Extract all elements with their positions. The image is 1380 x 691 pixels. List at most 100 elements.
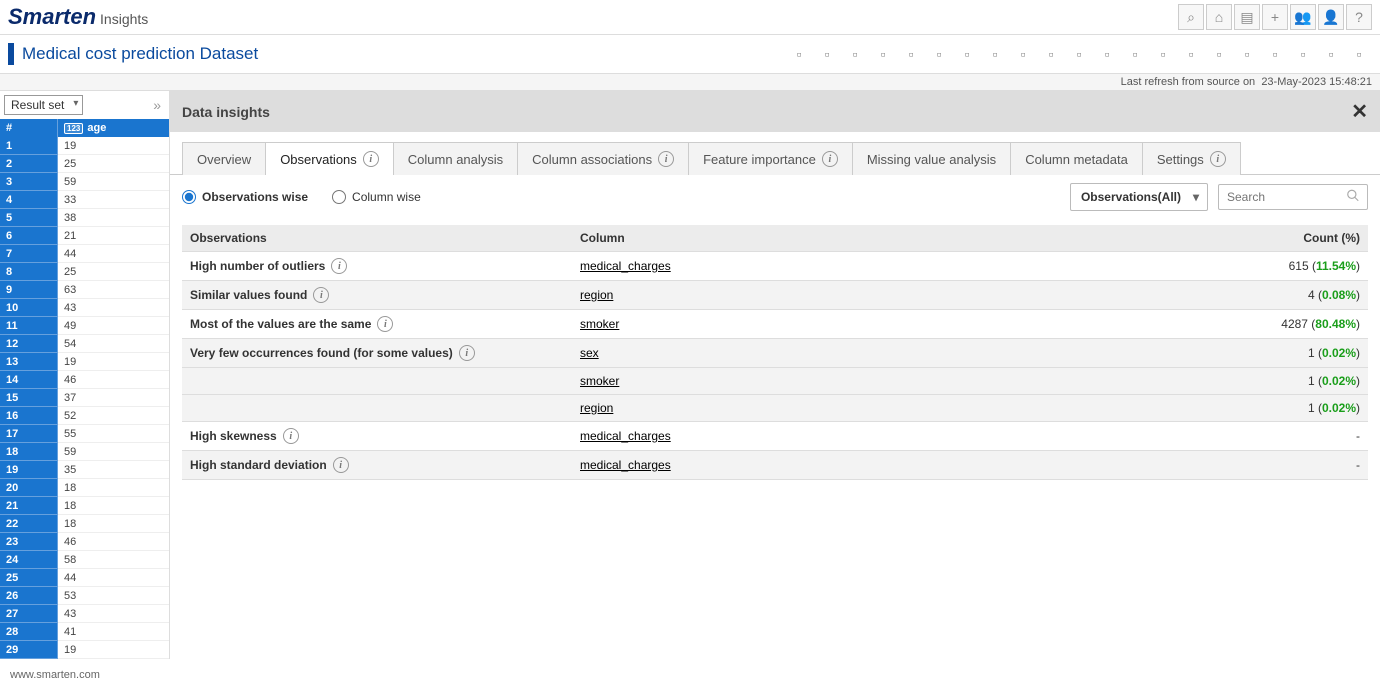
table-row[interactable]: 1859: [0, 443, 169, 461]
table-row[interactable]: 1043: [0, 299, 169, 317]
tool-export-icon[interactable]: ▫: [842, 41, 868, 67]
table-row[interactable]: 1149: [0, 317, 169, 335]
user-icon[interactable]: 👤: [1318, 4, 1344, 30]
home-icon[interactable]: ⌂: [1206, 4, 1232, 30]
collapse-panel-icon[interactable]: »: [149, 97, 165, 113]
info-icon[interactable]: i: [283, 428, 299, 444]
plus-icon[interactable]: +: [1262, 4, 1288, 30]
table-row[interactable]: 2018: [0, 479, 169, 497]
table-row[interactable]: 1652: [0, 407, 169, 425]
table-row[interactable]: 2118: [0, 497, 169, 515]
table-row[interactable]: 963: [0, 281, 169, 299]
tool-chain-icon[interactable]: ▫: [1010, 41, 1036, 67]
table-row[interactable]: 1319: [0, 353, 169, 371]
tab-observations[interactable]: Observations i: [265, 142, 394, 175]
tool-sheet-in-icon[interactable]: ▫: [954, 41, 980, 67]
tab-settings[interactable]: Settingsi: [1142, 142, 1241, 175]
info-icon[interactable]: i: [313, 287, 329, 303]
tool-doc-icon[interactable]: ▫: [1234, 41, 1260, 67]
table-row[interactable]: 1446: [0, 371, 169, 389]
info-icon[interactable]: i: [331, 258, 347, 274]
column-link[interactable]: medical_charges: [580, 458, 671, 472]
table-row[interactable]: 2743: [0, 605, 169, 623]
tool-info-icon[interactable]: ▫: [1290, 41, 1316, 67]
table-row[interactable]: 1935: [0, 461, 169, 479]
column-link[interactable]: smoker: [580, 317, 619, 331]
table-row[interactable]: 119: [0, 137, 169, 155]
info-icon[interactable]: i: [658, 151, 674, 167]
table-row[interactable]: 433: [0, 191, 169, 209]
close-icon[interactable]: ✕: [1351, 99, 1368, 124]
table-row[interactable]: 2346: [0, 533, 169, 551]
tab-overview[interactable]: Overview: [182, 142, 266, 175]
table-row[interactable]: 621: [0, 227, 169, 245]
table-row[interactable]: 1537: [0, 389, 169, 407]
tool-clip-icon[interactable]: ▫: [1206, 41, 1232, 67]
row-age-value: 59: [58, 173, 169, 191]
tab-column-associations[interactable]: Column associationsi: [517, 142, 689, 175]
header-icons: ⌕⌂▤+👥👤?: [1178, 4, 1372, 30]
tab-column-analysis[interactable]: Column analysis: [393, 142, 518, 175]
tool-play-icon[interactable]: ▫: [814, 41, 840, 67]
table-row[interactable]: 2841: [0, 623, 169, 641]
tab-label: Observations: [280, 152, 357, 167]
column-link[interactable]: region: [580, 401, 613, 415]
table-row[interactable]: 2458: [0, 551, 169, 569]
table-row[interactable]: 2919: [0, 641, 169, 659]
tab-column-metadata[interactable]: Column metadata: [1010, 142, 1143, 175]
tool-hier-icon[interactable]: ▫: [1066, 41, 1092, 67]
info-icon[interactable]: i: [459, 345, 475, 361]
observations-filter-dropdown[interactable]: Observations(All): [1070, 183, 1208, 211]
table-row[interactable]: 2218: [0, 515, 169, 533]
result-set-selector[interactable]: Result set: [4, 95, 83, 115]
grid-header-age[interactable]: 123 age: [58, 119, 169, 137]
users-icon[interactable]: 👥: [1290, 4, 1316, 30]
left-panel: Result set » # 123 age 11922535943353862…: [0, 91, 170, 659]
table-row[interactable]: 744: [0, 245, 169, 263]
row-age-value: 41: [58, 623, 169, 641]
table-row[interactable]: 1254: [0, 335, 169, 353]
tool-image-icon[interactable]: ▫: [870, 41, 896, 67]
table-row[interactable]: 225: [0, 155, 169, 173]
tool-sheet-out-icon[interactable]: ▫: [926, 41, 952, 67]
column-link[interactable]: medical_charges: [580, 259, 671, 273]
tool-copy-icon[interactable]: ▫: [1038, 41, 1064, 67]
info-icon[interactable]: i: [333, 457, 349, 473]
tool-sheet-icon[interactable]: ▫: [1178, 41, 1204, 67]
radio-column-wise[interactable]: Column wise: [332, 190, 421, 204]
table-row[interactable]: 1755: [0, 425, 169, 443]
row-age-value: 25: [58, 263, 169, 281]
column-link[interactable]: sex: [580, 346, 599, 360]
search-icon[interactable]: ⌕: [1178, 4, 1204, 30]
table-row[interactable]: 538: [0, 209, 169, 227]
info-icon[interactable]: i: [1210, 151, 1226, 167]
tool-comment-icon[interactable]: ▫: [1346, 41, 1372, 67]
table-row[interactable]: 359: [0, 173, 169, 191]
folder-icon[interactable]: ▤: [1234, 4, 1260, 30]
info-icon[interactable]: i: [377, 316, 393, 332]
column-link[interactable]: medical_charges: [580, 429, 671, 443]
table-row[interactable]: 2544: [0, 569, 169, 587]
tool-link-icon[interactable]: ▫: [982, 41, 1008, 67]
search-icon[interactable]: [1346, 189, 1360, 206]
row-index: 15: [0, 389, 58, 407]
help-icon[interactable]: ?: [1346, 4, 1372, 30]
column-link[interactable]: smoker: [580, 374, 619, 388]
tool-edit2-icon[interactable]: ▫: [1122, 41, 1148, 67]
column-link[interactable]: region: [580, 288, 613, 302]
radio-observations-wise[interactable]: Observations wise: [182, 190, 308, 204]
tab-missing-value-analysis[interactable]: Missing value analysis: [852, 142, 1011, 175]
table-row[interactable]: 825: [0, 263, 169, 281]
tool-save-icon[interactable]: ▫: [786, 41, 812, 67]
observation-label: High number of outliers: [190, 259, 325, 273]
tool-send-icon[interactable]: ▫: [1318, 41, 1344, 67]
observation-label: Similar values found: [190, 288, 307, 302]
tool-db-icon[interactable]: ▫: [898, 41, 924, 67]
tool-grid-icon[interactable]: ▫: [1094, 41, 1120, 67]
info-icon[interactable]: i: [363, 151, 379, 167]
table-row[interactable]: 2653: [0, 587, 169, 605]
tab-feature-importance[interactable]: Feature importancei: [688, 142, 853, 175]
info-icon[interactable]: i: [822, 151, 838, 167]
tool-bars-icon[interactable]: ▫: [1262, 41, 1288, 67]
tool-target-icon[interactable]: ▫: [1150, 41, 1176, 67]
